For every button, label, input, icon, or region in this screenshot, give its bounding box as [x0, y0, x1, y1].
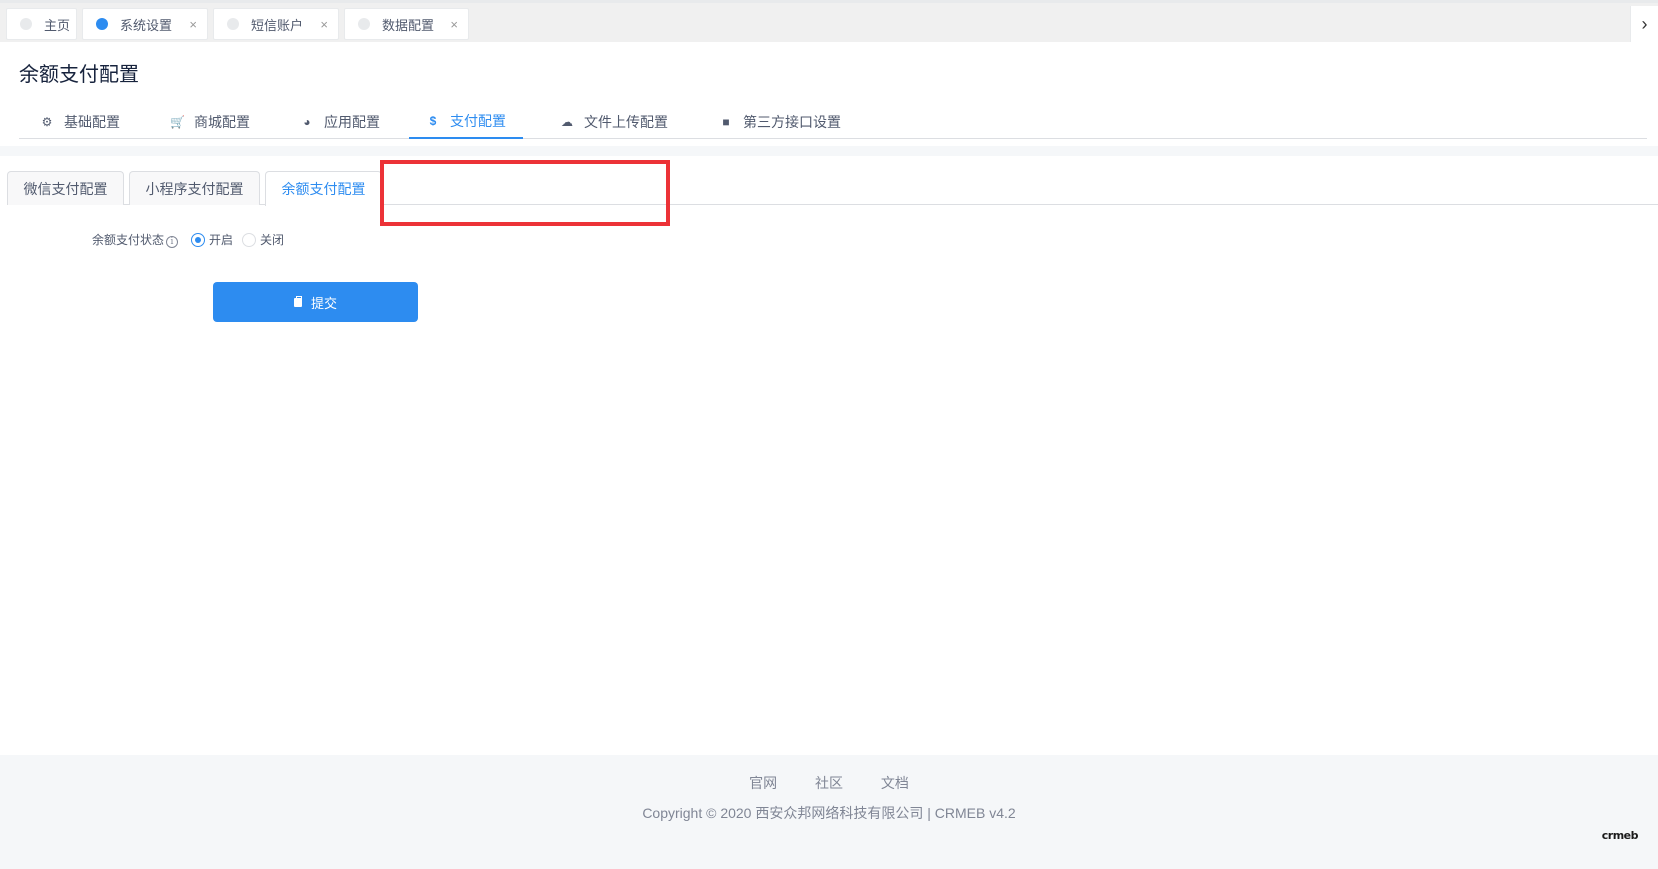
annotation-box-tabs: [380, 160, 670, 226]
open-tabs-bar: 主页 系统设置 × 短信账户 × 数据配置 × ›: [0, 0, 1658, 42]
tab-status-dot-icon: [96, 18, 108, 30]
page-title: 余额支付配置: [19, 64, 139, 86]
tab-system-settings[interactable]: 系统设置 ×: [82, 8, 208, 40]
chevron-right-icon[interactable]: ›: [1630, 6, 1658, 42]
submit-button-label: 提交: [310, 295, 337, 311]
briefcase-icon: ■: [722, 114, 730, 129]
balance-pay-status-label: 余额支付状态 i: [50, 231, 178, 248]
radio-disable[interactable]: 关闭: [242, 231, 284, 248]
balance-pay-status-radio-group: 开启 关闭: [191, 231, 293, 248]
radio-label: 开启: [209, 233, 234, 247]
page-footer: 官网 社区 文档 Copyright © 2020 西安众邦网络科技有限公司 |…: [0, 755, 1658, 869]
subtab-label: 微信支付配置: [23, 180, 108, 197]
tab-label: 支付配置: [450, 112, 506, 129]
subtab-miniprogram-pay[interactable]: 小程序支付配置: [129, 171, 260, 205]
crmeb-logo: crmeb: [1601, 829, 1639, 842]
info-icon[interactable]: i: [166, 236, 178, 248]
tab-file-upload-config[interactable]: ☁ 文件上传配置: [539, 104, 689, 139]
radio-label: 关闭: [260, 233, 285, 247]
tab-status-dot-icon: [227, 18, 239, 30]
app-page: 主页 系统设置 × 短信账户 × 数据配置 × › 余额支付配置 ⚙ 基础配置 …: [0, 0, 1658, 869]
radio-unchecked-icon: [242, 232, 257, 247]
tab-label: 基础配置: [64, 113, 120, 130]
tab-sms-account[interactable]: 短信账户 ×: [213, 8, 339, 40]
close-icon[interactable]: ×: [189, 17, 197, 32]
close-icon[interactable]: ×: [320, 17, 328, 32]
tab-mall-config[interactable]: 🛒 商城配置: [149, 104, 271, 139]
radio-enable[interactable]: 开启: [191, 231, 233, 248]
tab-label: 文件上传配置: [584, 113, 668, 130]
tab-label: 应用配置: [324, 113, 380, 130]
gear-icon: ⚙: [41, 114, 53, 129]
tab-home[interactable]: 主页: [6, 8, 77, 40]
cart-icon: 🛒: [170, 114, 185, 129]
radio-checked-icon: [191, 232, 205, 247]
footer-link-official-site[interactable]: 官网: [749, 775, 777, 791]
section-divider: [0, 146, 1658, 156]
tab-basic-config[interactable]: ⚙ 基础配置: [19, 104, 141, 139]
tab-label: 短信账户: [251, 17, 304, 33]
tab-app-config[interactable]: ◕ 应用配置: [279, 104, 401, 139]
tab-label: 数据配置: [382, 17, 435, 33]
tab-label: 商城配置: [194, 113, 250, 130]
subtab-balance-pay[interactable]: 余额支付配置: [265, 171, 382, 206]
pie-chart-icon: ◕: [303, 114, 311, 129]
footer-links: 官网 社区 文档: [0, 773, 1658, 793]
tab-label: 系统设置: [120, 17, 173, 33]
payment-sub-tabs: 微信支付配置 小程序支付配置 余额支付配置: [7, 171, 1658, 206]
settings-tabs: ⚙ 基础配置 🛒 商城配置 ◕ 应用配置 $ 支付配置 ☁ 文件上传配置 ■ 第…: [19, 104, 1647, 139]
save-icon: [293, 295, 302, 307]
dollar-icon: $: [429, 113, 437, 128]
subtab-wechat-pay[interactable]: 微信支付配置: [7, 171, 124, 205]
close-icon[interactable]: ×: [450, 17, 458, 32]
tab-label: 主页: [44, 17, 71, 33]
subtab-label: 余额支付配置: [281, 181, 366, 197]
footer-link-community[interactable]: 社区: [815, 775, 843, 791]
tab-label: 第三方接口设置: [743, 113, 841, 130]
tab-status-dot-icon: [358, 18, 370, 30]
footer-link-docs[interactable]: 文档: [881, 775, 909, 791]
tab-third-party-api[interactable]: ■ 第三方接口设置: [705, 104, 855, 139]
tab-status-dot-icon: [20, 18, 32, 30]
subtab-label: 小程序支付配置: [145, 180, 244, 197]
submit-button[interactable]: 提交: [213, 282, 418, 322]
copyright-text: Copyright © 2020 西安众邦网络科技有限公司 | CRMEB v4…: [642, 805, 1016, 821]
cloud-upload-icon: ☁: [561, 114, 573, 129]
tab-payment-config[interactable]: $ 支付配置: [409, 104, 523, 139]
tab-data-config[interactable]: 数据配置 ×: [344, 8, 469, 40]
